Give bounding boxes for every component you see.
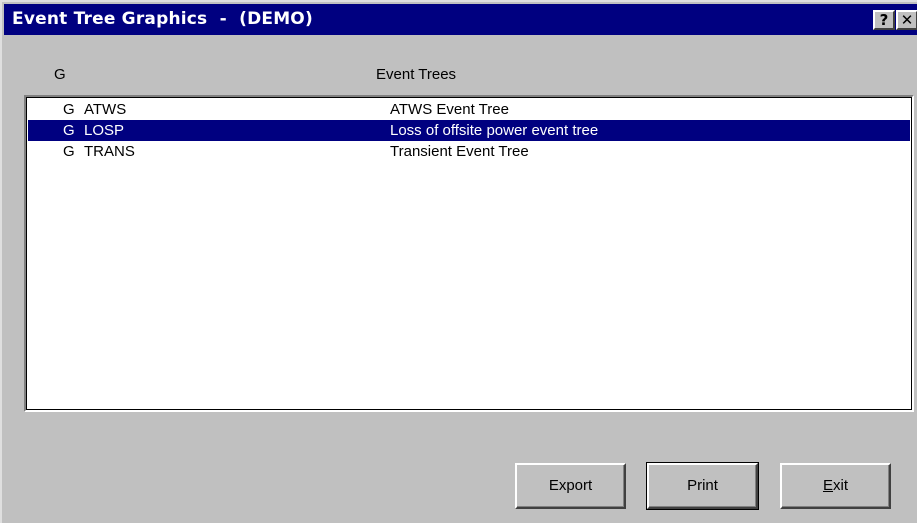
- list-item-name: ATWS: [84, 101, 127, 118]
- list-item-atws[interactable]: G ATWS ATWS Event Tree: [28, 99, 910, 120]
- question-mark-icon: ?: [879, 11, 889, 29]
- exit-button[interactable]: Exit: [780, 463, 891, 509]
- list-item-losp[interactable]: G LOSP Loss of offsite power event tree: [28, 120, 910, 141]
- list-item-name: LOSP: [84, 122, 125, 139]
- column-header-g: G: [54, 66, 66, 83]
- event-tree-graphics-window: Event Tree Graphics - (DEMO) ? ✕ G Event…: [0, 0, 917, 523]
- title-bar[interactable]: Event Tree Graphics - (DEMO) ? ✕: [4, 4, 917, 35]
- event-tree-list[interactable]: G ATWS ATWS Event Tree G LOSP Loss of of…: [24, 95, 914, 412]
- list-item-g-flag: G: [63, 143, 75, 160]
- list-item-trans[interactable]: G TRANS Transient Event Tree: [28, 141, 910, 162]
- window-title: Event Tree Graphics - (DEMO): [12, 9, 313, 29]
- exit-label: xit: [833, 477, 848, 494]
- list-item-name: TRANS: [84, 143, 135, 160]
- close-button[interactable]: ✕: [896, 10, 917, 30]
- list-item-description: Transient Event Tree: [390, 143, 529, 160]
- export-button[interactable]: Export: [515, 463, 626, 509]
- close-icon: ✕: [900, 11, 914, 29]
- column-header-event-trees: Event Trees: [376, 66, 457, 83]
- list-item-description: ATWS Event Tree: [390, 101, 509, 118]
- exit-accelerator: E: [822, 477, 833, 494]
- list-item-g-flag: G: [63, 122, 75, 139]
- print-button[interactable]: Print: [646, 462, 759, 510]
- list-item-description: Loss of offsite power event tree: [390, 122, 599, 139]
- help-button[interactable]: ?: [873, 10, 895, 30]
- list-item-g-flag: G: [63, 101, 75, 118]
